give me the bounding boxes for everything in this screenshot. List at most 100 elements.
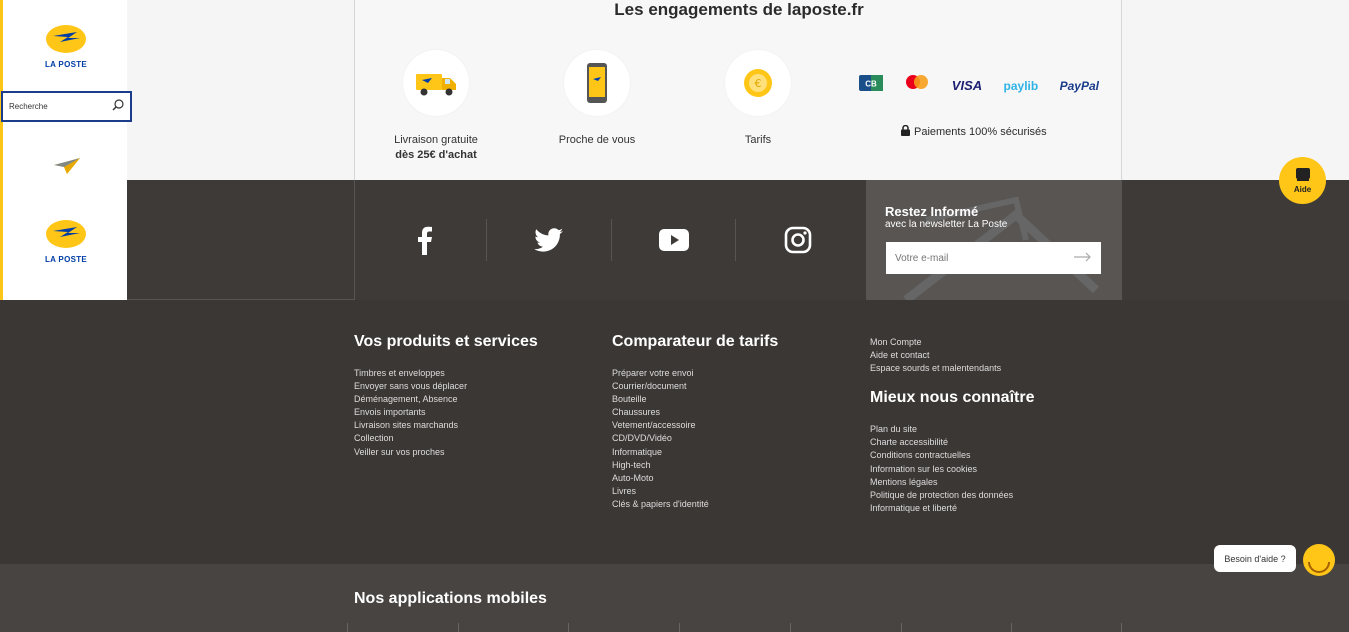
social-frame-left <box>127 180 355 300</box>
divider <box>901 623 902 632</box>
coin-icon: € <box>725 50 791 116</box>
footer-link[interactable]: Informatique <box>612 446 778 459</box>
engagement-label: Tarifs <box>744 134 772 146</box>
footer-link[interactable]: Plan du site <box>870 423 1034 436</box>
footer-link[interactable]: Envois importants <box>354 406 538 419</box>
twitter-link[interactable] <box>486 219 610 261</box>
lock-icon <box>901 124 910 139</box>
divider <box>458 623 459 632</box>
footer-link[interactable]: Espace sourds et malentendants <box>870 362 1034 375</box>
newsletter-title: Restez Informé <box>885 204 979 219</box>
footer-link[interactable]: Informatique et liberté <box>870 502 1034 515</box>
help-assistant-icon[interactable] <box>1303 544 1335 576</box>
svg-text:€: € <box>755 77 762 90</box>
newsletter-form <box>886 242 1101 274</box>
delivery-truck-icon <box>403 50 469 116</box>
secure-label: Paiements 100% sécurisés <box>914 126 1047 138</box>
cb-card-icon: CB <box>859 75 883 96</box>
la-poste-bird-icon <box>46 25 86 53</box>
payment-methods: CB VISA paylib PayPal <box>859 74 1099 97</box>
arrow-right-icon[interactable] <box>1074 249 1092 267</box>
engagement-label: Proche de vous <box>558 134 636 146</box>
twitter-icon <box>533 228 563 252</box>
footer-link[interactable]: Collection <box>354 432 538 445</box>
help-bubble[interactable]: Besoin d'aide ? <box>1214 545 1296 572</box>
footer-link[interactable]: CD/DVD/Vidéo <box>612 432 778 445</box>
divider <box>1011 623 1012 632</box>
newsletter-subtitle: avec la newsletter La Poste <box>885 219 1008 230</box>
chat-icon <box>1294 167 1312 185</box>
footer-link[interactable]: Timbres et enveloppes <box>354 367 538 380</box>
divider <box>568 623 569 632</box>
search-icon[interactable] <box>112 98 124 116</box>
aide-label: Aide <box>1293 185 1312 194</box>
engagement-sublabel: dès 25€ d'achat <box>395 149 477 161</box>
column-title: Vos produits et services <box>354 333 538 350</box>
search-input[interactable] <box>9 102 99 111</box>
footer-link[interactable]: Aide et contact <box>870 349 1034 362</box>
envelope-watermark-icon <box>903 196 1100 300</box>
la-poste-logo-secondary[interactable]: LA POSTE <box>40 219 92 264</box>
footer-link[interactable]: Mentions légales <box>870 476 1034 489</box>
la-poste-logo[interactable]: LA POSTE <box>40 24 92 69</box>
svg-text:CB: CB <box>865 80 877 89</box>
footer-link[interactable]: Auto-Moto <box>612 472 778 485</box>
footer-link[interactable]: Envoyer sans vous déplacer <box>354 380 538 393</box>
engagement-label: Livraison gratuite <box>394 134 478 146</box>
footer-link[interactable]: Livraison sites marchands <box>354 419 538 432</box>
footer-link[interactable]: Préparer votre envoi <box>612 367 778 380</box>
visa-icon: VISA <box>951 78 983 93</box>
facebook-link[interactable] <box>362 219 486 261</box>
footer-link[interactable]: Courrier/document <box>612 380 778 393</box>
column-title: Mieux nous connaître <box>870 389 1035 407</box>
footer-column-account: Mon Compte Aide et contact Espace sourds e… <box>870 336 1034 515</box>
footer-link[interactable]: Bouteille <box>612 393 778 406</box>
engagement-prices: € Tarifs <box>678 50 838 146</box>
logo-text: LA POSTE <box>44 60 88 69</box>
paper-plane-icon <box>53 156 81 181</box>
engagement-proximity: Proche de vous <box>517 50 677 146</box>
apps-title: Nos applications mobiles <box>354 590 547 607</box>
footer-link[interactable]: High-tech <box>612 459 778 472</box>
left-rail: LA POSTE LA POSTE <box>0 0 127 300</box>
facebook-icon <box>418 226 432 255</box>
footer-link[interactable]: Conditions contractuelles <box>870 449 1034 462</box>
mastercard-icon <box>904 74 930 97</box>
mobile-apps-band: Nos applications mobiles <box>0 564 1349 632</box>
help-bubble-text: Besoin d'aide ? <box>1224 553 1286 564</box>
smartphone-icon <box>564 50 630 116</box>
footer-column-products: Vos produits et services Timbres et enve… <box>354 333 538 459</box>
search-box <box>1 91 132 122</box>
footer-link[interactable]: Veiller sur vos proches <box>354 446 538 459</box>
newsletter-email-input[interactable] <box>895 252 1055 264</box>
aide-button[interactable]: Aide <box>1279 157 1326 204</box>
divider <box>1121 623 1122 632</box>
logo-text: LA POSTE <box>44 255 88 264</box>
secure-payment-note: Paiements 100% sécurisés <box>901 124 1047 139</box>
footer-link[interactable]: Livres <box>612 485 778 498</box>
footer-link[interactable]: Chaussures <box>612 406 778 419</box>
engagements-title: Les engagements de laposte.fr <box>614 0 864 19</box>
divider <box>679 623 680 632</box>
section-divider <box>1121 180 1122 300</box>
footer-link[interactable]: Politique de protection des données <box>870 489 1034 502</box>
footer-column-comparator: Comparateur de tarifs Préparer votre env… <box>612 333 778 511</box>
footer-link[interactable]: Charte accessibilité <box>870 436 1034 449</box>
instagram-icon <box>784 226 811 254</box>
footer-link[interactable]: Information sur les cookies <box>870 463 1034 476</box>
la-poste-bird-icon <box>46 220 86 248</box>
instagram-link[interactable] <box>735 219 859 261</box>
footer-link[interactable]: Mon Compte <box>870 336 1034 349</box>
footer-link[interactable]: Déménagement, Absence <box>354 393 538 406</box>
column-title: Comparateur de tarifs <box>612 333 779 350</box>
youtube-link[interactable] <box>611 219 735 261</box>
footer-link[interactable]: Clés & papiers d'identité <box>612 498 778 511</box>
footer-link[interactable]: Vetement/accessoire <box>612 419 778 432</box>
engagements-section: Les engagements de laposte.fr Livraison … <box>354 0 1122 180</box>
paylib-icon: paylib <box>1003 78 1039 93</box>
divider <box>347 623 348 632</box>
divider <box>790 623 791 632</box>
youtube-icon <box>658 229 689 251</box>
newsletter-block: Restez Informé avec la newsletter La Pos… <box>866 180 1122 300</box>
engagement-delivery: Livraison gratuite dès 25€ d'achat <box>356 50 516 161</box>
